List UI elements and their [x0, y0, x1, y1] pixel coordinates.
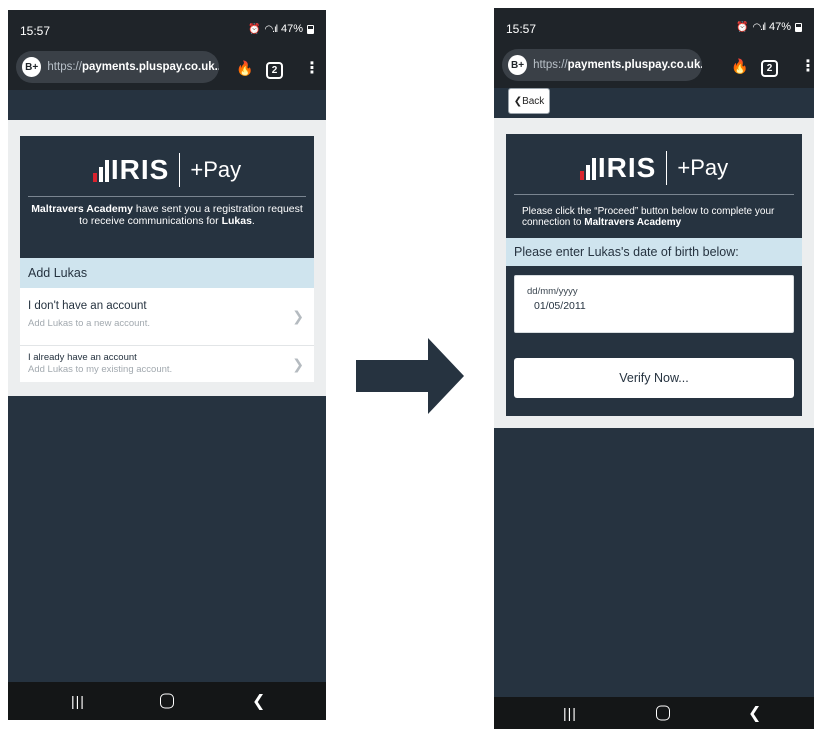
- tabs-count-button[interactable]: 2: [266, 62, 283, 79]
- android-nav-bar: ||| ❮: [494, 697, 814, 729]
- url-domain: payments.pluspay.co.uk...: [81, 61, 219, 73]
- logo-bars-icon: [92, 158, 109, 182]
- option-title: I already have an account: [28, 352, 137, 363]
- option-existing-account[interactable]: I already have an account Add Lukas to m…: [20, 346, 314, 382]
- status-icons: ⏰ ◠.ıl 47%: [736, 21, 802, 33]
- registration-message: Maltravers Academy have sent you a regis…: [26, 203, 308, 227]
- divider: [28, 196, 306, 197]
- status-icons: ⏰ ◠.ıl 47%: [248, 23, 314, 35]
- browser-badge-icon[interactable]: B+: [508, 55, 528, 75]
- iris-pay-logo: IRIS +Pay: [20, 150, 314, 190]
- more-menu-icon[interactable]: ⋮: [800, 59, 814, 75]
- chevron-left-icon: ❮: [513, 95, 523, 107]
- dob-placeholder: dd/mm/yyyy: [527, 286, 578, 297]
- back-label: Back: [522, 95, 545, 107]
- divider: [514, 194, 794, 195]
- browser-toolbar: B+ https://payments.pluspay.co.uk... 🔥 2…: [494, 44, 814, 88]
- alarm-icon: ⏰: [736, 21, 749, 33]
- status-bar: 15:57 ⏰ ◠.ıl 47%: [494, 8, 814, 44]
- recent-apps-icon[interactable]: |||: [71, 693, 85, 709]
- battery-percent: 47%: [768, 21, 791, 33]
- phone-screen-registration: 15:57 ⏰ ◠.ıl 47% B+ https://payments.plu…: [8, 10, 326, 720]
- url-text[interactable]: https://payments.pluspay.co.uk...: [47, 61, 219, 73]
- status-time: 15:57: [506, 22, 537, 36]
- option-new-account[interactable]: I don't have an account Add Lukas to a n…: [20, 288, 314, 346]
- logo-product: +Pay: [190, 157, 242, 182]
- school-name: Maltravers Academy: [584, 217, 682, 228]
- url-prefix: https://: [533, 59, 568, 71]
- content-panel: IRIS +Pay Please click the “Proceed” but…: [494, 118, 814, 428]
- logo-brand: IRIS: [110, 154, 170, 185]
- android-nav-bar: ||| ❮: [8, 682, 326, 720]
- proceed-message: Please click the “Proceed” button below …: [522, 206, 792, 228]
- url-prefix: https://: [47, 61, 82, 73]
- chevron-right-icon: ❯: [292, 308, 304, 324]
- browser-badge-icon[interactable]: B+: [22, 57, 42, 77]
- iris-pay-logo: IRIS +Pay: [506, 148, 802, 188]
- back-nav-icon[interactable]: ❮: [748, 703, 761, 723]
- url-bar[interactable]: B+ https://payments.pluspay.co.uk...: [16, 51, 219, 83]
- phone-screen-verify: 15:57 ⏰ ◠.ıl 47% B+ https://payments.plu…: [494, 8, 814, 729]
- school-name: Maltravers Academy: [31, 203, 133, 215]
- browser-toolbar: B+ https://payments.pluspay.co.uk... 🔥 2…: [8, 46, 326, 90]
- alarm-icon: ⏰: [248, 23, 261, 35]
- more-menu-icon[interactable]: ⋮: [304, 61, 320, 77]
- dob-field[interactable]: dd/mm/yyyy 01/05/2011: [514, 275, 794, 333]
- child-name: Lukas: [221, 215, 252, 227]
- message-period: .: [251, 215, 255, 227]
- url-text[interactable]: https://payments.pluspay.co.uk...: [533, 59, 702, 71]
- status-bar: 15:57 ⏰ ◠.ıl 47%: [8, 10, 326, 46]
- back-button[interactable]: ❮ Back: [508, 88, 550, 114]
- dob-heading: Please enter Lukas's date of birth below…: [506, 238, 802, 266]
- chevron-right-icon: ❯: [292, 356, 304, 372]
- logo-bars-icon: [579, 156, 596, 180]
- battery-percent: 47%: [280, 23, 303, 35]
- logo-product: +Pay: [677, 155, 729, 180]
- tabs-count-button[interactable]: 2: [761, 60, 778, 77]
- option-title: I don't have an account: [28, 300, 147, 312]
- section-heading: Add Lukas: [20, 258, 314, 288]
- wifi-signal-icon: ◠.ıl: [752, 21, 765, 33]
- logo-divider: [666, 151, 668, 185]
- battery-icon: [795, 22, 802, 32]
- status-time: 15:57: [20, 24, 51, 38]
- logo-divider: [179, 153, 181, 187]
- home-icon[interactable]: [160, 693, 174, 709]
- option-subtitle: Add Lukas to my existing account.: [28, 364, 173, 375]
- dob-value: 01/05/2011: [534, 300, 586, 312]
- verify-card: IRIS +Pay Please click the “Proceed” but…: [506, 134, 802, 416]
- content-panel: IRIS +Pay Maltravers Academy have sent y…: [8, 120, 326, 396]
- registration-card: IRIS +Pay Maltravers Academy have sent y…: [20, 136, 314, 382]
- home-icon[interactable]: [656, 705, 670, 721]
- logo-brand: IRIS: [597, 152, 657, 183]
- url-domain: payments.pluspay.co.uk...: [567, 59, 702, 71]
- arrow-right-icon: [356, 338, 464, 414]
- url-bar[interactable]: B+ https://payments.pluspay.co.uk...: [502, 49, 702, 81]
- wifi-signal-icon: ◠.ıl: [264, 23, 277, 35]
- recent-apps-icon[interactable]: |||: [563, 705, 577, 721]
- flame-icon[interactable]: 🔥: [731, 58, 748, 75]
- app-header: [8, 90, 326, 120]
- back-nav-icon[interactable]: ❮: [252, 691, 265, 711]
- battery-icon: [307, 24, 314, 34]
- verify-now-button[interactable]: Verify Now...: [514, 358, 794, 398]
- option-subtitle: Add Lukas to a new account.: [28, 318, 150, 329]
- flame-icon[interactable]: 🔥: [236, 60, 253, 77]
